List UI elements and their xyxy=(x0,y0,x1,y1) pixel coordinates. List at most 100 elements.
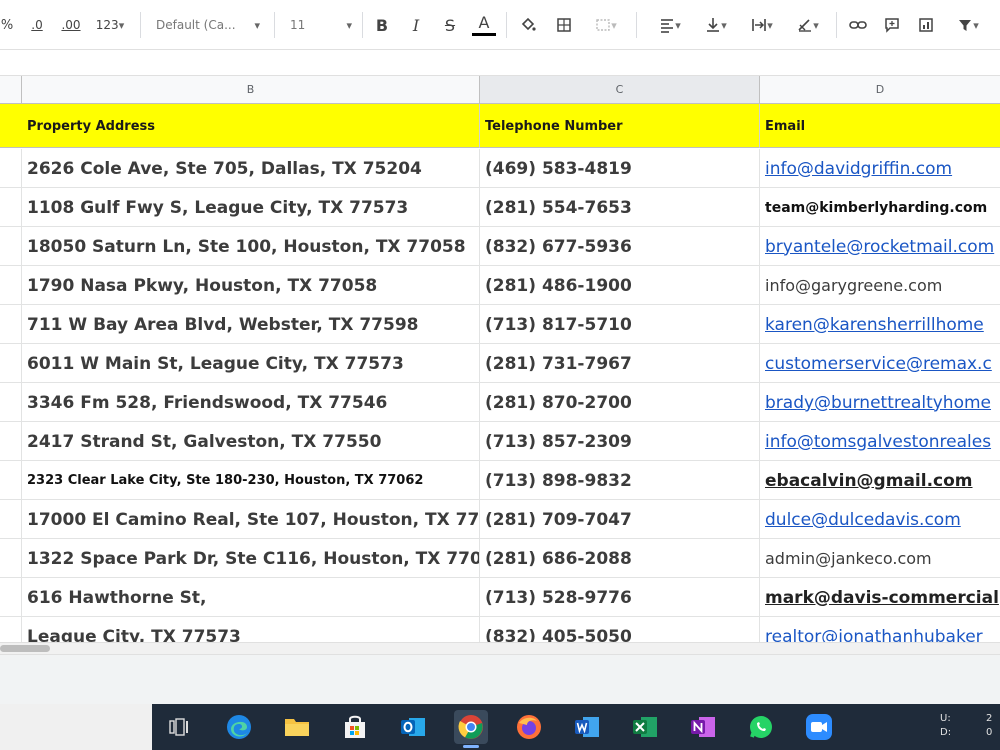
cell-telephone-number[interactable]: (281) 486-1900 xyxy=(480,266,760,305)
italic-button[interactable]: I xyxy=(404,12,428,38)
cell-partial[interactable] xyxy=(0,266,22,305)
cell-email[interactable]: dulce@dulcedavis.com xyxy=(760,500,1000,539)
cell-property-address[interactable]: 2626 Cole Ave, Ste 705, Dallas, TX 75204 xyxy=(22,149,480,188)
email-link[interactable]: brady@burnettrealtyhome xyxy=(765,393,991,413)
cell-property-address[interactable]: 1108 Gulf Fwy S, League City, TX 77573 xyxy=(22,188,480,227)
font-family-dropdown[interactable]: Default (Ca... ▾ xyxy=(152,12,264,38)
outlook-icon[interactable] xyxy=(396,710,430,744)
cell-partial[interactable] xyxy=(0,149,22,188)
cell-partial[interactable] xyxy=(0,227,22,266)
formula-bar[interactable] xyxy=(0,50,1000,76)
align-horizontal-icon[interactable]: ▾ xyxy=(650,12,690,38)
column-header-c[interactable]: C xyxy=(480,76,760,104)
more-formats-dropdown[interactable]: 123 ▾ xyxy=(90,12,130,38)
cell-telephone-number[interactable]: (832) 405-5050 xyxy=(480,617,760,642)
cell-property-address[interactable]: League City, TX 77573 xyxy=(22,617,480,642)
cell-telephone-number[interactable]: (281) 870-2700 xyxy=(480,383,760,422)
cell-email[interactable]: mark@davis-commercial xyxy=(760,578,1000,617)
file-explorer-icon[interactable] xyxy=(280,710,314,744)
cell-email[interactable]: team@kimberlyharding.com xyxy=(760,188,1000,227)
bold-button[interactable]: B xyxy=(370,12,394,38)
cell-telephone-number[interactable]: (713) 857-2309 xyxy=(480,422,760,461)
word-icon[interactable] xyxy=(570,710,604,744)
increase-decimal-button[interactable]: .00 xyxy=(56,12,86,38)
cell-partial[interactable] xyxy=(0,539,22,578)
cell-property-address[interactable]: 2417 Strand St, Galveston, TX 77550 xyxy=(22,422,480,461)
cell-email[interactable]: customerservice@remax.c xyxy=(760,344,1000,383)
email-link[interactable]: realtor@jonathanhubaker xyxy=(765,627,983,643)
text-rotation-icon[interactable]: ▾ xyxy=(788,12,828,38)
cell-partial[interactable] xyxy=(0,500,22,539)
cell-telephone-number[interactable]: (281) 554-7653 xyxy=(480,188,760,227)
cell-telephone-number[interactable]: (281) 731-7967 xyxy=(480,344,760,383)
onenote-icon[interactable] xyxy=(686,710,720,744)
insert-link-icon[interactable] xyxy=(846,12,870,38)
email-link[interactable]: info@tomsgalvestonreales xyxy=(765,432,991,452)
email-link[interactable]: customerservice@remax.c xyxy=(765,354,992,374)
cell-email[interactable]: brady@burnettrealtyhome xyxy=(760,383,1000,422)
cell-telephone-number[interactable]: (832) 677-5936 xyxy=(480,227,760,266)
insert-chart-icon[interactable] xyxy=(914,12,938,38)
text-color-button[interactable]: A xyxy=(472,12,496,36)
system-clock[interactable]: 2 0 xyxy=(986,712,992,740)
cell-partial[interactable] xyxy=(0,578,22,617)
cell-partial[interactable] xyxy=(0,188,22,227)
horizontal-scrollbar[interactable] xyxy=(0,642,1000,654)
cell-property-address[interactable]: 1790 Nasa Pkwy, Houston, TX 77058 xyxy=(22,266,480,305)
cell-email[interactable]: info@tomsgalvestonreales xyxy=(760,422,1000,461)
strikethrough-button[interactable]: S xyxy=(438,12,462,38)
cell-property-address[interactable]: 17000 El Camino Real, Ste 107, Houston, … xyxy=(22,500,480,539)
firefox-icon[interactable] xyxy=(512,710,546,744)
chrome-browser-icon[interactable] xyxy=(454,710,488,748)
cell-property-address[interactable]: 616 Hawthorne St, xyxy=(22,578,480,617)
cell-telephone-number[interactable]: (281) 709-7047 xyxy=(480,500,760,539)
cell-property-address[interactable]: 6011 W Main St, League City, TX 77573 xyxy=(22,344,480,383)
cell-email[interactable]: bryantele@rocketmail.com xyxy=(760,227,1000,266)
cell-email[interactable]: karen@karensherrillhome xyxy=(760,305,1000,344)
edge-browser-icon[interactable] xyxy=(222,710,256,744)
header-cell-email[interactable]: Email xyxy=(760,104,1000,148)
cell-partial[interactable] xyxy=(0,383,22,422)
email-link[interactable]: karen@karensherrillhome xyxy=(765,315,984,335)
cell-telephone-number[interactable]: (713) 817-5710 xyxy=(480,305,760,344)
cell-email[interactable]: admin@jankeco.com xyxy=(760,539,1000,578)
excel-icon[interactable] xyxy=(628,710,662,744)
cell-telephone-number[interactable]: (469) 583-4819 xyxy=(480,149,760,188)
header-cell-property-address[interactable]: Property Address xyxy=(22,104,480,148)
column-header-b[interactable]: B xyxy=(22,76,480,104)
filter-icon[interactable]: ▾ xyxy=(948,12,988,38)
cell-email[interactable]: info@garygreene.com xyxy=(760,266,1000,305)
fill-color-icon[interactable] xyxy=(516,12,540,38)
email-link[interactable]: info@davidgriffin.com xyxy=(765,159,952,179)
cell-partial[interactable] xyxy=(0,422,22,461)
cell-property-address[interactable]: 2323 Clear Lake City, Ste 180-230, Houst… xyxy=(22,461,480,500)
text-wrap-icon[interactable]: ▾ xyxy=(742,12,782,38)
cell-property-address[interactable]: 1322 Space Park Dr, Ste C116, Houston, T… xyxy=(22,539,480,578)
cell-telephone-number[interactable]: (713) 898-9832 xyxy=(480,461,760,500)
zoom-icon[interactable] xyxy=(802,710,836,744)
task-view-icon[interactable] xyxy=(162,710,196,744)
email-link[interactable]: dulce@dulcedavis.com xyxy=(765,510,961,530)
cell-email[interactable]: realtor@jonathanhubaker xyxy=(760,617,1000,643)
column-header-partial[interactable] xyxy=(0,76,22,104)
cell-property-address[interactable]: 711 W Bay Area Blvd, Webster, TX 77598 xyxy=(22,305,480,344)
microsoft-store-icon[interactable] xyxy=(338,710,372,744)
align-vertical-icon[interactable]: ▾ xyxy=(696,12,736,38)
header-cell-telephone-number[interactable]: Telephone Number xyxy=(480,104,760,148)
cell-partial[interactable] xyxy=(0,305,22,344)
cell-email[interactable]: info@davidgriffin.com xyxy=(760,149,1000,188)
column-header-d[interactable]: D xyxy=(760,76,1000,104)
insert-comment-icon[interactable] xyxy=(880,12,904,38)
decrease-decimal-button[interactable]: .0 xyxy=(24,12,50,38)
network-status[interactable]: U: D: xyxy=(940,712,951,740)
cell-partial[interactable] xyxy=(0,461,22,500)
cell-property-address[interactable]: 3346 Fm 528, Friendswood, TX 77546 xyxy=(22,383,480,422)
cell-email[interactable]: ebacalvin@gmail.com xyxy=(760,461,1000,500)
borders-icon[interactable] xyxy=(552,12,576,38)
cell-telephone-number[interactable]: (281) 686-2088 xyxy=(480,539,760,578)
cell-partial[interactable] xyxy=(0,344,22,383)
format-percent-button[interactable]: % xyxy=(0,12,14,38)
cell-partial[interactable] xyxy=(0,617,22,642)
cell-property-address[interactable]: 18050 Saturn Ln, Ste 100, Houston, TX 77… xyxy=(22,227,480,266)
merge-cells-icon[interactable]: ▾ xyxy=(586,12,626,38)
